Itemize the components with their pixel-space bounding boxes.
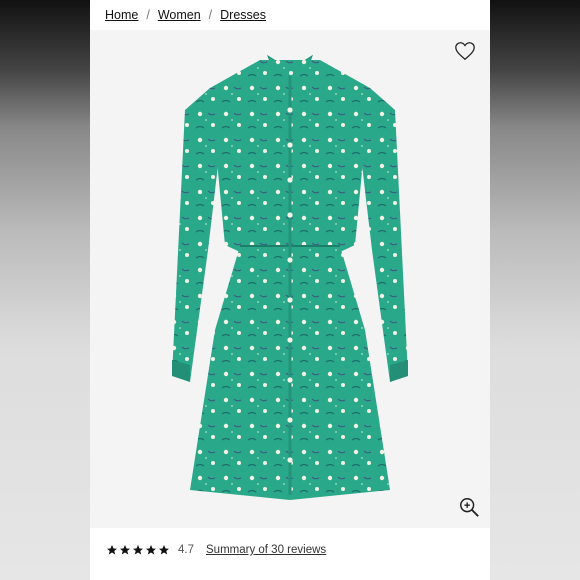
heart-icon[interactable] <box>454 40 476 62</box>
star-icon <box>146 545 156 555</box>
dress-image <box>172 54 408 500</box>
breadcrumb: Home / Women / Dresses <box>105 8 266 22</box>
product-image[interactable] <box>90 30 490 528</box>
star-icon <box>120 545 130 555</box>
breadcrumb-separator: / <box>146 8 150 22</box>
breadcrumb-separator: / <box>208 8 213 22</box>
star-icon <box>107 545 117 555</box>
product-rating: 4.7 Summary of 30 reviews <box>106 544 326 556</box>
rating-value: 4.7 <box>178 544 194 556</box>
reviews-summary-link[interactable]: Summary of 30 reviews <box>206 544 326 556</box>
product-panel: Home / Women / Dresses 4.7 Summary of 30… <box>90 0 490 580</box>
star-icon <box>159 545 169 555</box>
star-icon <box>133 545 143 555</box>
right-background <box>490 0 580 580</box>
zoom-in-icon[interactable] <box>458 496 480 518</box>
left-background <box>0 0 90 580</box>
breadcrumb-women[interactable]: Women <box>158 8 201 22</box>
breadcrumb-dresses[interactable]: Dresses <box>220 8 266 22</box>
breadcrumb-home[interactable]: Home <box>105 8 138 22</box>
rating-stars <box>106 544 170 556</box>
